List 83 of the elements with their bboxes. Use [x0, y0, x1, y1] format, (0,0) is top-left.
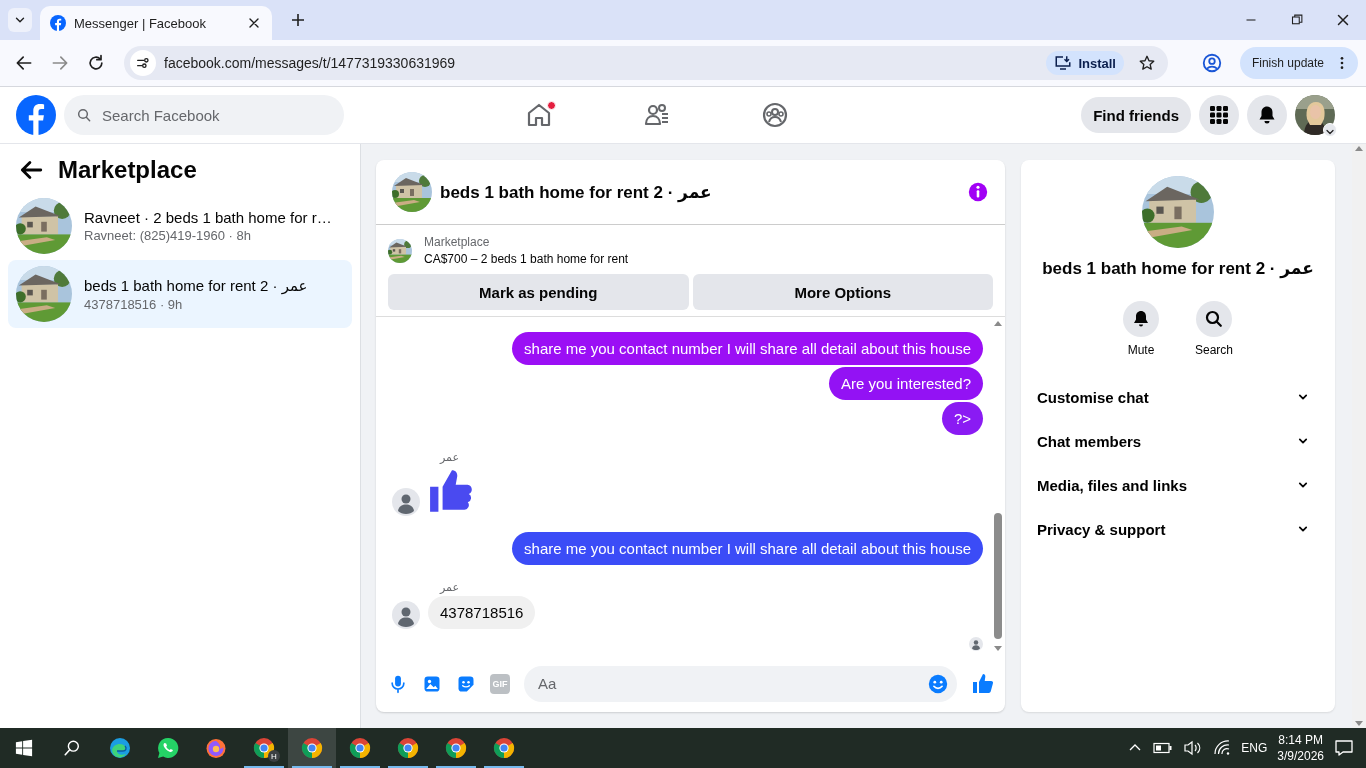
chat-title: عمر · 2 beds 1 bath home for rent: [440, 182, 712, 202]
conversation-title: Ravneet · 2 beds 1 bath home for r…: [84, 209, 333, 226]
sender-name: عمر: [440, 451, 460, 464]
browser-tab[interactable]: Messenger | Facebook: [40, 6, 272, 40]
avatar-icon: [392, 488, 420, 516]
browser-icon[interactable]: [108, 736, 132, 760]
clock-date[interactable]: 3/9/2026: [1277, 748, 1324, 764]
browser-icon[interactable]: [492, 736, 516, 760]
emoji-icon[interactable]: [927, 672, 949, 695]
wifi-icon[interactable]: [1213, 740, 1232, 756]
browser-icon[interactable]: [396, 736, 420, 760]
sent-message: Are you interested?: [828, 367, 983, 400]
chrome-taskbar-button[interactable]: H: [240, 728, 288, 768]
tune-icon[interactable]: [135, 55, 151, 71]
sent-message: share me you contact number I will share all detail about this house: [512, 332, 983, 365]
battery-icon[interactable]: [1153, 742, 1174, 754]
conversation-title: عمر · 2 beds 1 bath home for rent: [1042, 258, 1314, 279]
search-bar[interactable]: Search Facebook: [64, 95, 344, 135]
notifications-icon[interactable]: [1334, 738, 1354, 758]
forward-arrow-icon[interactable]: [50, 53, 70, 73]
language-indicator[interactable]: ENG: [1241, 741, 1268, 755]
section-toggle[interactable]: Customise chat: [1037, 375, 1319, 419]
browser-icon[interactable]: [444, 736, 468, 760]
scroll-up-icon[interactable]: [993, 319, 1003, 327]
chat-app-icon[interactable]: [156, 736, 180, 760]
scroll-down-icon[interactable]: [993, 645, 1003, 653]
avatar-icon: [392, 601, 420, 629]
browser-icon[interactable]: [348, 736, 372, 760]
home-icon[interactable]: [525, 101, 553, 129]
back-arrow-icon[interactable]: [14, 53, 34, 73]
finish-update-button[interactable]: Finish update: [1239, 47, 1358, 79]
scrollbar-thumb[interactable]: [994, 513, 1002, 639]
conversation-title: عمر · 2 beds 1 bath home for rent: [84, 276, 309, 295]
listing-label: Marketplace: [424, 235, 491, 249]
reload-icon[interactable]: [86, 53, 106, 73]
listing-action-button[interactable]: More Options: [692, 274, 993, 310]
section-toggle[interactable]: Privacy & support: [1037, 507, 1319, 551]
microphone-icon[interactable]: [388, 673, 408, 694]
profile-badge: H: [268, 750, 280, 762]
received-message: 4378718516: [428, 596, 536, 629]
groups-icon[interactable]: [761, 101, 789, 129]
thumbs-up-icon[interactable]: [971, 671, 995, 696]
star-icon[interactable]: [1137, 54, 1156, 72]
seen-avatar-icon: [969, 637, 983, 651]
url-text[interactable]: facebook.com/messages/t/1477319330631969: [164, 55, 1039, 71]
site-info-button[interactable]: [130, 50, 156, 76]
bell-icon[interactable]: [1131, 309, 1151, 329]
conversation-preview: 4378718516 · 9h: [84, 296, 184, 312]
sent-message: ?>: [941, 402, 983, 435]
listing-text: CA$700 – 2 beds 1 bath home for rent: [424, 252, 629, 266]
conversation-item[interactable]: Ravneet · 2 beds 1 bath home for r… Ravneet: (825)419-1960 · 8h: [8, 192, 352, 260]
section-toggle[interactable]: Media, files and links: [1037, 463, 1319, 507]
install-icon[interactable]: [1054, 54, 1073, 72]
chrome-taskbar-button[interactable]: [288, 728, 336, 768]
search-icon[interactable]: [1204, 309, 1224, 329]
facebook-logo-icon[interactable]: [16, 95, 56, 135]
address-bar[interactable]: facebook.com/messages/t/1477319330631969 Install: [124, 46, 1168, 80]
tab-list-button[interactable]: [8, 8, 32, 32]
plus-icon: [290, 12, 306, 28]
install-button[interactable]: Install: [1046, 51, 1124, 75]
info-icon[interactable]: [967, 181, 989, 203]
message-input[interactable]: Aa: [536, 674, 927, 693]
message-bar[interactable]: Aa: [524, 665, 957, 702]
facebook-logo-icon: [50, 15, 66, 31]
conversation-preview: Ravneet: (825)419-1960 · 8h: [84, 228, 252, 243]
search-input[interactable]: Search Facebook: [100, 105, 320, 125]
listing-action-button[interactable]: Mark as pending: [388, 274, 689, 310]
browser-icon[interactable]: [252, 736, 276, 760]
windows-logo-icon[interactable]: [15, 739, 33, 757]
browser-icon[interactable]: [300, 736, 324, 760]
grid-icon[interactable]: [1209, 105, 1229, 125]
menu-grid-button[interactable]: [1199, 95, 1239, 135]
find-friends-button[interactable]: Find friends: [1081, 97, 1191, 133]
bell-icon[interactable]: [1257, 105, 1277, 125]
search-icon: [76, 107, 92, 123]
section-toggle[interactable]: Chat members: [1037, 419, 1319, 463]
sent-message: share me you contact number I will share all detail about this house: [512, 532, 983, 565]
section-title: Marketplace: [58, 156, 197, 184]
sender-name: عمر: [440, 581, 460, 594]
notifications-button[interactable]: [1247, 95, 1287, 135]
browser-icon[interactable]: [204, 736, 228, 760]
search-icon[interactable]: [63, 739, 81, 757]
clock-time[interactable]: 8:14 PM: [1278, 732, 1323, 748]
